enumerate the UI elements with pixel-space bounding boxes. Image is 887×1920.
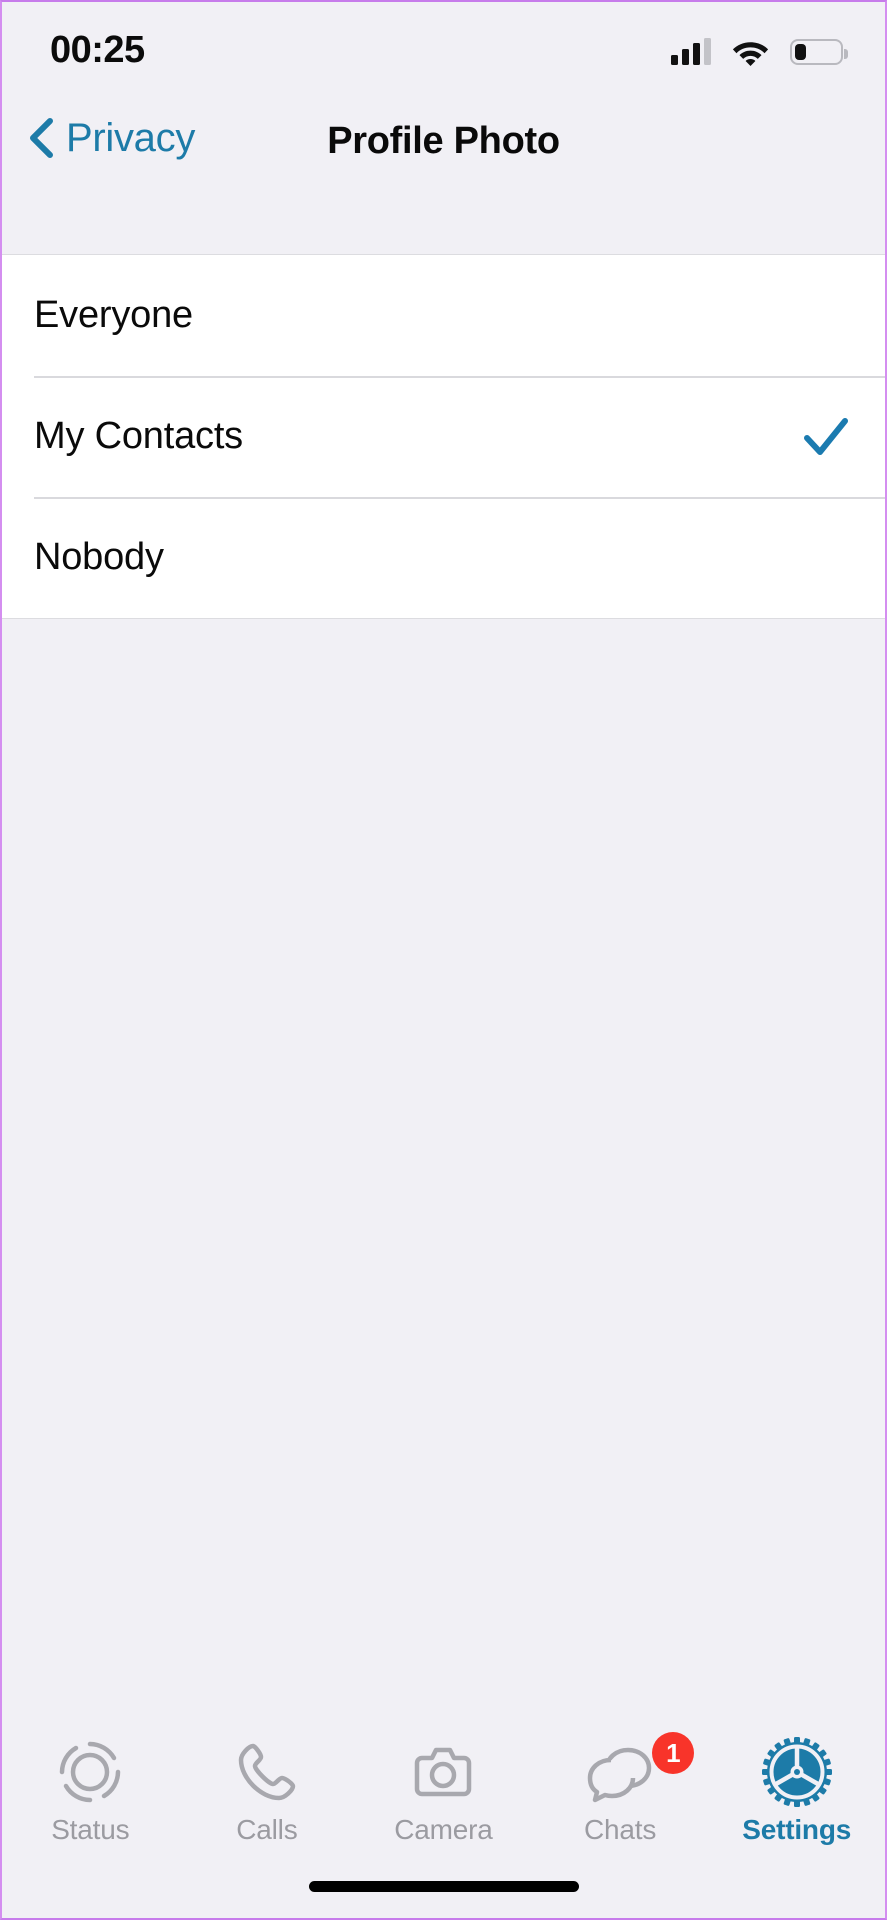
option-label: Nobody	[34, 536, 164, 578]
option-label: My Contacts	[34, 415, 243, 457]
option-row-my-contacts[interactable]: My Contacts	[2, 376, 885, 497]
wifi-icon	[732, 42, 769, 66]
option-row-everyone[interactable]: Everyone	[2, 255, 885, 376]
status-bar: 00:25	[2, 2, 885, 102]
camera-icon	[415, 1747, 472, 1797]
status-indicators	[671, 38, 848, 66]
tab-calls[interactable]: Calls	[179, 1736, 356, 1846]
phone-icon	[238, 1743, 296, 1801]
navigation-bar: Privacy Profile Photo	[2, 102, 885, 252]
tab-label: Camera	[394, 1814, 493, 1845]
chat-bubbles-icon	[587, 1747, 652, 1803]
status-ring-icon	[60, 1741, 121, 1803]
battery-icon	[790, 39, 848, 65]
phone-screen: 00:25 Privacy Profile Photo Everyone My …	[0, 0, 887, 1920]
cellular-signal-icon	[671, 38, 711, 65]
tab-label: Status	[51, 1814, 130, 1845]
checkmark-icon	[804, 417, 848, 455]
tab-camera[interactable]: Camera	[355, 1736, 532, 1846]
gear-icon	[761, 1737, 832, 1807]
status-time: 00:25	[50, 29, 145, 71]
home-indicator[interactable]	[308, 1881, 579, 1892]
chats-unread-badge: 1	[652, 1732, 695, 1774]
tab-status[interactable]: Status	[2, 1736, 179, 1846]
option-row-nobody[interactable]: Nobody	[2, 497, 885, 618]
page-title: Profile Photo	[327, 120, 560, 162]
tab-chats[interactable]: 1 Chats	[532, 1732, 709, 1846]
tab-label: Chats	[584, 1814, 657, 1845]
tab-label: Settings	[742, 1814, 852, 1845]
tab-label: Calls	[236, 1814, 298, 1845]
tab-settings[interactable]: Settings	[708, 1736, 885, 1846]
option-label: Everyone	[34, 294, 193, 336]
privacy-option-list: Everyone My Contacts Nobody	[2, 254, 885, 619]
